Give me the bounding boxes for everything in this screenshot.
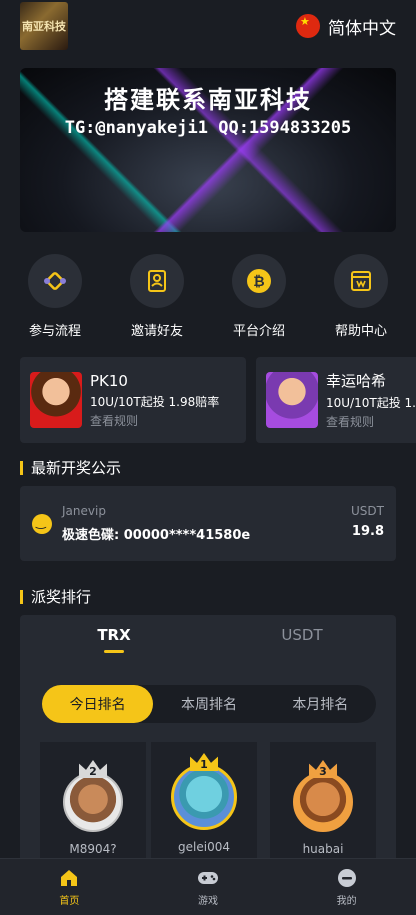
crown-bronze-icon: 3 [309,760,337,778]
app-logo[interactable]: 南亚科技 [20,2,68,50]
help-icon [334,254,388,308]
bitcoin-icon: ₿ [232,254,286,308]
period-month[interactable]: 本月排名 [265,685,376,723]
game-carousel: PK10 10U/10T起投 1.98赔率 查看规则 幸运哈希 10U/10T起… [20,357,416,443]
svg-text:₿: ₿ [253,274,264,290]
ranking-username: M8904? [69,842,117,856]
language-label: 简体中文 [328,18,396,39]
nav-label: 首页 [59,895,80,907]
game-card-lucky-hash[interactable]: 幸运哈希 10U/10T起投 1.98赔率 查看规则 [256,357,416,443]
nav-games[interactable]: 游戏 [139,859,278,915]
menu-label: 邀请好友 [130,324,183,339]
home-icon [61,869,78,886]
invite-icon [130,254,184,308]
latest-draw-card: Janevip USDT 极速色碟: 00000****41580e 19.8 [20,486,396,561]
menu-label: 帮助中心 [334,324,387,339]
podium-first[interactable]: 1 gelei004 [151,742,257,875]
avatar: 1 [171,753,237,830]
profile-icon [337,868,356,887]
avatar: 3 [293,760,353,832]
top-bar: 南亚科技 简体中文 [0,0,416,52]
game-title: 幸运哈希 [326,372,387,390]
menu-item-help[interactable]: 帮助中心 [326,254,396,339]
quick-menu: 参与流程 邀请好友 ₿ 平台介绍 帮助中心 [20,254,396,339]
currency-tabs: TRX USDT [20,615,396,663]
nav-label: 游戏 [198,895,218,907]
nav-profile[interactable]: 我的 [277,859,416,915]
tab-usdt[interactable]: USDT [208,615,396,663]
menu-item-invite[interactable]: 邀请好友 [122,254,192,339]
game-rules-link[interactable]: 查看规则 [90,412,219,429]
draw-detail: 极速色碟: 00000****41580e [62,528,251,543]
game-title: PK10 [90,371,128,390]
language-selector[interactable]: 简体中文 [296,14,396,39]
currency-label: USDT [351,504,384,518]
ranking-panel: TRX USDT 今日排名 本周排名 本月排名 2 M8904? 1 gelei… [20,615,396,882]
period-week[interactable]: 本周排名 [153,685,264,723]
avatar: 2 [63,760,123,832]
nav-label: 我的 [336,895,357,907]
promo-banner[interactable]: 搭建联系南亚科技 TG:@nanyakeji1 QQ:1594833205 [20,68,396,232]
china-flag-icon [296,14,320,38]
tab-label: USDT [281,625,323,644]
crown-silver-icon: 2 [79,760,107,778]
menu-label: 平台介绍 [232,324,285,339]
active-tab-indicator [104,649,124,653]
menu-item-process[interactable]: 参与流程 [20,254,90,339]
game-description: 10U/10T起投 1.98赔率 [326,396,416,410]
section-title-latest: 最新开奖公示 [20,457,121,478]
winner-username: Janevip [62,504,106,518]
tab-trx[interactable]: TRX [20,615,208,663]
win-amount: 19.8 [351,524,384,539]
smile-icon [32,513,52,534]
menu-label: 参与流程 [28,324,81,339]
gamepad-icon [198,871,218,884]
logo-text: 南亚科技 [22,20,66,33]
period-selector: 今日排名 本周排名 本月排名 [42,685,376,723]
game-thumbnail [266,372,318,428]
section-title-ranking: 派奖排行 [20,586,91,607]
banner-contact: TG:@nanyakeji1 QQ:1594833205 [64,118,352,138]
game-description: 10U/10T起投 1.98赔率 [90,394,220,409]
tab-label: TRX [97,625,131,644]
game-rules-link[interactable]: 查看规则 [326,413,416,430]
ranking-username: gelei004 [178,840,230,854]
game-thumbnail [30,372,82,428]
flow-icon [28,254,82,308]
nav-home[interactable]: 首页 [0,859,139,915]
crown-gold-icon: 1 [190,753,218,771]
game-card-pk10[interactable]: PK10 10U/10T起投 1.98赔率 查看规则 [20,357,246,443]
banner-headline: 搭建联系南亚科技 [104,86,312,114]
bottom-nav: 首页 游戏 我的 [0,858,416,915]
period-today[interactable]: 今日排名 [42,685,154,723]
ranking-username: huabai [302,842,344,856]
menu-item-platform[interactable]: ₿ 平台介绍 [224,254,294,339]
